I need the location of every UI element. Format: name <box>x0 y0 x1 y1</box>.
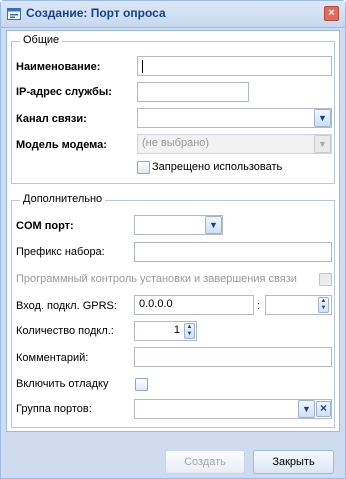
prefix-field[interactable] <box>134 242 332 262</box>
port-group-label: Группа портов: <box>16 403 92 415</box>
modem-label: Модель модема: <box>16 139 107 151</box>
name-field[interactable] <box>137 56 332 76</box>
create-button[interactable]: Создать <box>165 450 245 474</box>
text-cursor <box>142 60 143 73</box>
channel-label: Канал связи: <box>16 113 87 125</box>
program-control-label: Программный контроль установки и заверше… <box>16 273 297 285</box>
dialog-window: Создание: Порт опроса × Общие Наименован… <box>0 0 346 479</box>
ip-field[interactable] <box>137 82 249 102</box>
spinner-icon[interactable]: ▲ ▼ <box>318 297 329 313</box>
name-label: Наименование: <box>16 61 101 73</box>
modem-select: (не выбрано) <box>137 134 332 154</box>
window-title: Создание: Порт опроса <box>26 6 166 20</box>
additional-section: Дополнительно COM порт: ▼ Префикс набора… <box>11 193 335 428</box>
modem-value: (не выбрано) <box>142 137 210 149</box>
chevron-down-icon[interactable]: ▼ <box>298 400 315 418</box>
window-icon <box>7 8 21 20</box>
gprs-ip-field[interactable]: 0.0.0.0 <box>134 295 254 315</box>
close-icon[interactable]: × <box>324 6 339 21</box>
connections-label: Количество подкл.: <box>16 325 114 337</box>
general-legend: Общие <box>20 34 63 46</box>
comment-label: Комментарий: <box>16 352 89 364</box>
dialog-body: Общие Наименование: IP-адрес службы: Кан… <box>6 30 340 432</box>
forbidden-label: Запрещено использовать <box>152 161 283 173</box>
program-control-checkbox <box>319 273 332 286</box>
close-button[interactable]: Закрыть <box>253 450 334 474</box>
debug-label: Включить отладку <box>16 378 109 390</box>
spinner-icon[interactable]: ▲ ▼ <box>184 323 195 339</box>
debug-checkbox[interactable] <box>135 378 148 391</box>
title-bar[interactable]: Создание: Порт опроса × <box>1 1 345 28</box>
gprs-label: Вход. подкл. GPRS: <box>16 300 117 312</box>
chevron-down-icon: ▼ <box>314 135 331 153</box>
additional-legend: Дополнительно <box>20 193 106 205</box>
channel-select[interactable] <box>137 108 332 128</box>
chevron-down-icon[interactable]: ▼ <box>205 216 222 234</box>
clear-icon[interactable]: × <box>316 401 331 417</box>
chevron-down-icon[interactable]: ▼ <box>314 109 331 127</box>
prefix-label: Префикс набора: <box>16 246 105 258</box>
general-section: Общие Наименование: IP-адрес службы: Кан… <box>11 34 335 184</box>
gprs-separator: : <box>257 300 261 312</box>
comment-field[interactable] <box>134 347 332 367</box>
ip-label: IP-адрес службы: <box>16 86 112 98</box>
forbidden-checkbox[interactable] <box>137 161 150 174</box>
com-label: COM порт: <box>16 220 74 232</box>
